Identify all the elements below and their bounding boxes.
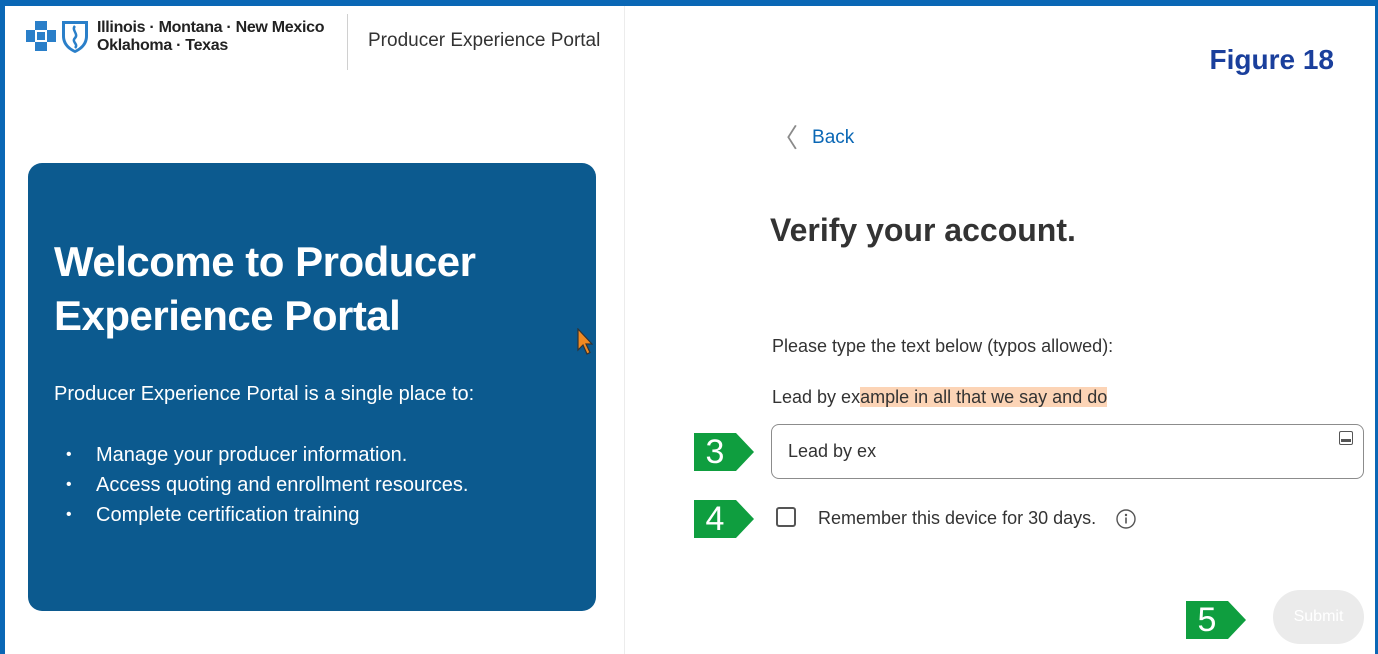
bcbs-logo xyxy=(26,21,88,53)
panel-divider xyxy=(624,6,625,654)
verification-phrase: Lead by example in all that we say and d… xyxy=(772,387,1108,408)
bcbs-cross-icon xyxy=(26,21,56,51)
portal-name: Producer Experience Portal xyxy=(368,30,601,51)
welcome-feature-label: Manage your producer information. xyxy=(96,444,408,466)
mouse-cursor-icon xyxy=(577,328,593,355)
verify-instruction: Please type the text below (typos allowe… xyxy=(772,336,1114,356)
bcbs-shield-icon xyxy=(62,21,88,53)
welcome-feature-label: Complete certification training xyxy=(96,504,360,526)
callout-step-5: 5 xyxy=(1186,601,1246,639)
frame-top-border xyxy=(0,0,1378,6)
frame-left-border xyxy=(0,0,5,654)
back-link[interactable]: 〈 Back xyxy=(772,125,854,151)
page-title: Verify your account. xyxy=(770,212,1076,248)
phrase-typed-part: Lead by ex xyxy=(772,387,861,407)
phrase-remaining-part: ample in all that we say and do xyxy=(860,387,1108,407)
welcome-feature-list: • Manage your producer information. • Acce… xyxy=(54,440,468,530)
callout-number: 3 xyxy=(694,433,736,471)
callout-number: 4 xyxy=(694,500,736,538)
welcome-feature-label: Access quoting and enrollment resources. xyxy=(96,474,469,496)
welcome-subtitle: Producer Experience Portal is a single p… xyxy=(54,383,475,405)
callout-step-4: 4 xyxy=(694,500,754,538)
bullet-icon: • xyxy=(66,506,72,523)
callout-step-3: 3 xyxy=(694,433,754,471)
header-divider xyxy=(347,14,348,70)
welcome-feature-item: • Manage your producer information. xyxy=(54,440,468,470)
callout-arrow-icon xyxy=(736,500,754,538)
callout-arrow-icon xyxy=(736,433,754,471)
info-icon[interactable] xyxy=(1115,508,1137,530)
brand-line-2: Oklahoma · Texas xyxy=(97,37,228,54)
brand-line-1: Illinois · Montana · New Mexico xyxy=(97,19,325,36)
keyboard-icon xyxy=(1339,431,1353,445)
callout-arrow-icon xyxy=(1228,601,1246,639)
brand-name: Illinois · Montana · New Mexico Oklahoma… xyxy=(97,19,324,55)
welcome-card: Welcome to Producer Experience Portal Pr… xyxy=(28,163,596,611)
remember-device-checkbox[interactable] xyxy=(776,507,796,527)
chevron-left-icon: 〈 xyxy=(772,123,799,153)
bullet-icon: • xyxy=(66,476,72,493)
back-label: Back xyxy=(812,127,855,148)
submit-button[interactable]: Submit xyxy=(1273,590,1364,644)
welcome-feature-item: • Complete certification training xyxy=(54,500,468,530)
verification-text-input[interactable] xyxy=(771,424,1364,479)
welcome-feature-item: • Access quoting and enrollment resources… xyxy=(54,470,468,500)
bullet-icon: • xyxy=(66,446,72,463)
welcome-title: Welcome to Producer Experience Portal xyxy=(54,238,476,339)
remember-device-label[interactable]: Remember this device for 30 days. xyxy=(818,508,1096,529)
callout-number: 5 xyxy=(1186,601,1228,639)
figure-label: Figure 18 xyxy=(1209,44,1334,75)
